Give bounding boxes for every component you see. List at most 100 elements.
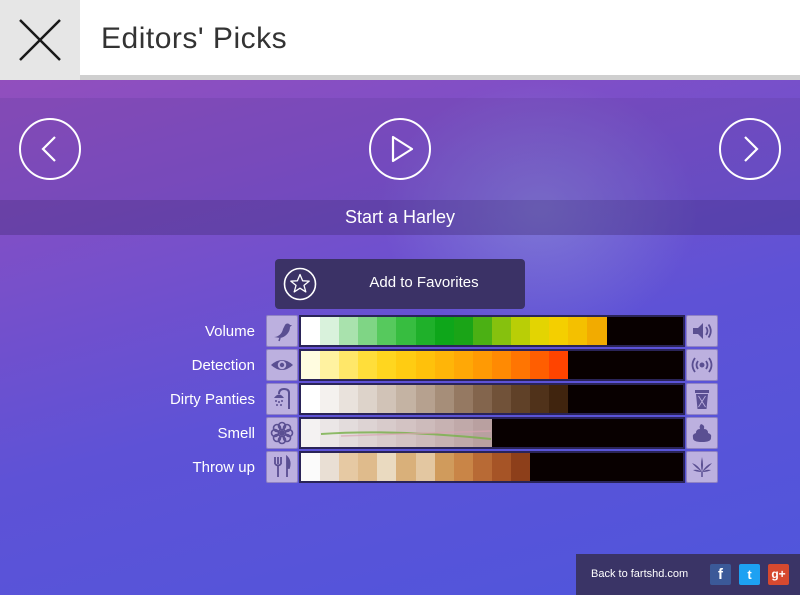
meter-segment	[377, 351, 397, 379]
google-plus-share-button[interactable]: g+	[768, 564, 789, 585]
meter-segment	[453, 351, 473, 379]
meter-segment	[301, 453, 321, 481]
next-button[interactable]	[719, 118, 781, 180]
meter-segment	[320, 453, 340, 481]
meter-segment	[358, 385, 378, 413]
meter-segment	[415, 453, 435, 481]
meter-segment	[530, 317, 550, 345]
meter-segment	[320, 317, 340, 345]
facebook-share-button[interactable]: f	[710, 564, 731, 585]
meter-left-icon-box	[266, 383, 298, 415]
meter-segment	[434, 385, 454, 413]
play-icon	[391, 135, 414, 163]
meter-fill	[301, 453, 531, 481]
meter-segment	[530, 385, 550, 413]
meter-segment	[320, 351, 340, 379]
detection-meter	[299, 349, 685, 381]
meter-label: Detection	[191, 357, 255, 374]
meter-segment	[396, 385, 416, 413]
meter-segment	[453, 385, 473, 413]
track-title-band: Start a Harley	[0, 200, 800, 235]
eye-icon	[271, 360, 293, 370]
meter-segment	[415, 317, 435, 345]
footer-bar: Back to fartshd.com f t g+	[576, 554, 800, 595]
chevron-right-icon	[744, 136, 759, 162]
meter-right-icon-box	[686, 349, 718, 381]
back-to-site-link[interactable]: Back to fartshd.com	[591, 568, 688, 580]
fork-knife-icon	[274, 455, 291, 477]
meter-segment	[511, 351, 531, 379]
bird-icon	[274, 323, 292, 342]
meter-segment	[358, 317, 378, 345]
meter-segment	[339, 351, 359, 379]
play-button[interactable]	[369, 118, 431, 180]
meter-segment	[453, 317, 473, 345]
meter-segment	[339, 385, 359, 413]
meter-segment	[396, 453, 416, 481]
smell-streak	[320, 430, 492, 440]
meter-label: Volume	[204, 323, 255, 340]
meter-right-icon-box	[686, 315, 718, 347]
meter-segment	[377, 317, 397, 345]
meter-segment	[472, 385, 492, 413]
meter-label: Dirty Panties	[169, 391, 255, 408]
meter-segment	[434, 351, 454, 379]
meter-segment	[377, 385, 397, 413]
shower-icon	[274, 387, 290, 409]
meter-fill	[301, 317, 607, 345]
meter-segment	[396, 317, 416, 345]
dirty-panties-meter	[299, 383, 685, 415]
meter-segment	[549, 351, 569, 379]
meter-fill	[301, 385, 569, 413]
meter-track	[301, 419, 683, 447]
meter-right-icon-box	[686, 383, 718, 415]
close-icon	[19, 19, 61, 61]
meter-segment	[339, 317, 359, 345]
volume-meter	[299, 315, 685, 347]
meter-row-throw-up: Throw up	[0, 451, 800, 485]
meter-segment	[396, 351, 416, 379]
meter-row-smell: Smell	[0, 417, 800, 451]
meter-label: Smell	[217, 425, 255, 442]
meter-right-icon-box	[686, 417, 718, 449]
meter-track	[301, 453, 683, 481]
star-icon	[283, 267, 317, 301]
meter-segment	[472, 453, 492, 481]
meter-segment	[415, 385, 435, 413]
meter-track	[301, 385, 683, 413]
meter-segment	[511, 453, 531, 481]
meter-segment	[491, 351, 512, 379]
smell-meter	[299, 417, 685, 449]
twitter-share-button[interactable]: t	[739, 564, 760, 585]
meter-segment	[491, 385, 512, 413]
meter-segment	[530, 351, 550, 379]
meter-segment	[587, 317, 607, 345]
meter-segment	[491, 453, 512, 481]
speaker-icon	[693, 323, 712, 339]
meter-segment	[339, 453, 359, 481]
meter-segment	[301, 317, 321, 345]
add-to-favorites-button[interactable]: Add to Favorites	[275, 259, 525, 309]
meter-segment	[320, 385, 340, 413]
throw-up-meter	[299, 451, 685, 483]
header: Editors' Picks	[0, 0, 800, 80]
track-title: Start a Harley	[344, 207, 456, 227]
meter-segment	[491, 317, 512, 345]
meter-left-icon-box	[266, 417, 298, 449]
poop-icon	[692, 424, 712, 442]
meter-segment	[568, 317, 588, 345]
meter-segment	[549, 385, 569, 413]
meter-segment	[301, 351, 321, 379]
page-title: Editors' Picks	[101, 22, 288, 55]
weed-icon	[692, 457, 712, 477]
meter-row-detection: Detection	[0, 349, 800, 383]
previous-button[interactable]	[19, 118, 81, 180]
close-button[interactable]	[0, 0, 80, 80]
meter-segment	[434, 453, 454, 481]
meter-fill	[301, 351, 569, 379]
meter-track	[301, 351, 683, 379]
meter-left-icon-box	[266, 451, 298, 483]
broadcast-icon	[691, 357, 713, 373]
meter-segment	[511, 317, 531, 345]
meter-row-dirty-panties: Dirty Panties	[0, 383, 800, 417]
